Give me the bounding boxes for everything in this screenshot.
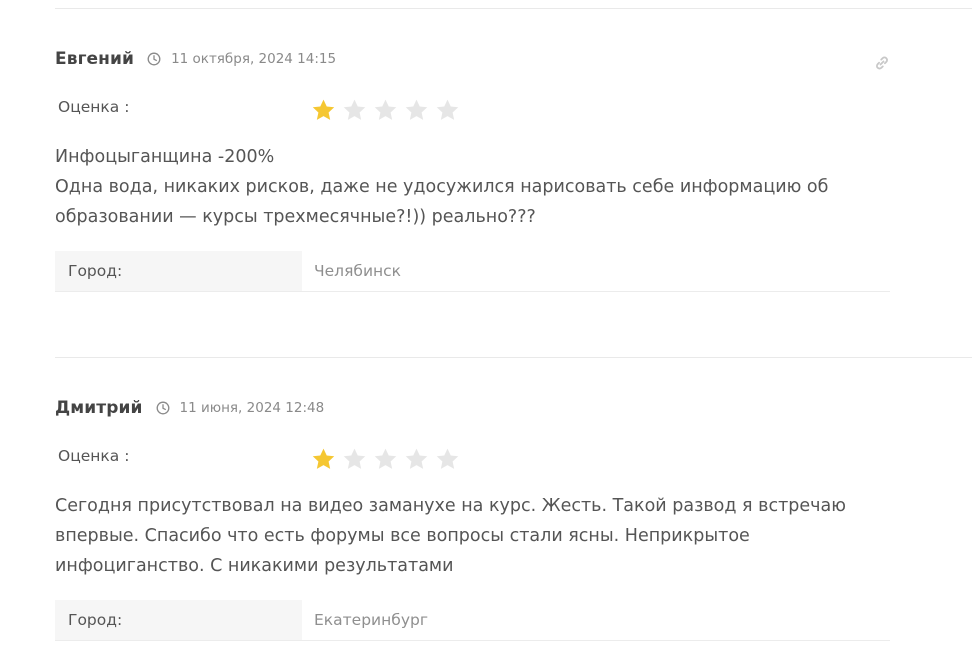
city-row: Город: Челябинск bbox=[55, 251, 890, 292]
review-author: Дмитрий bbox=[55, 398, 143, 418]
review-header: Евгений 11 октября, 2024 14:15 bbox=[55, 49, 336, 69]
link-icon[interactable] bbox=[874, 55, 890, 71]
clock-icon bbox=[147, 52, 161, 66]
rating-label: Оценка : bbox=[58, 447, 130, 465]
review-text: Сегодня присутствовал на видео заманухе … bbox=[55, 491, 890, 581]
star-empty-icon bbox=[405, 448, 428, 469]
star-empty-icon bbox=[374, 99, 397, 120]
rating-stars bbox=[311, 447, 466, 472]
star-filled-icon bbox=[312, 448, 335, 469]
city-label: Город: bbox=[55, 600, 302, 640]
review-text-line: Сегодня присутствовал на видео заманухе … bbox=[55, 496, 846, 516]
star-empty-icon bbox=[343, 448, 366, 469]
rating-stars bbox=[311, 98, 466, 123]
review-card: Дмитрий 11 июня, 2024 12:48 Оценка : Сег… bbox=[55, 398, 890, 643]
city-value: Екатеринбург bbox=[314, 611, 428, 629]
city-row: Город: Екатеринбург bbox=[55, 600, 890, 641]
rating-label: Оценка : bbox=[58, 98, 130, 116]
review-divider bbox=[55, 357, 972, 358]
star-empty-icon bbox=[436, 448, 459, 469]
review-text-line: впервые. Спасибо что есть форумы все воп… bbox=[55, 526, 750, 546]
review-author: Евгений bbox=[55, 49, 135, 69]
review-text-line: Одна вода, никаких рисков, даже не удосу… bbox=[55, 177, 829, 197]
review-text-line: инфоциганство. С никакими результатами bbox=[55, 556, 454, 576]
star-filled-icon bbox=[312, 99, 335, 120]
star-empty-icon bbox=[405, 99, 428, 120]
review-text-line: Инфоцыганщина -200% bbox=[55, 147, 275, 167]
review-header: Дмитрий 11 июня, 2024 12:48 bbox=[55, 398, 324, 418]
star-empty-icon bbox=[436, 99, 459, 120]
review-text: Инфоцыганщина -200% Одна вода, никаких р… bbox=[55, 142, 890, 232]
city-label: Город: bbox=[55, 251, 302, 291]
review-date: 11 октября, 2024 14:15 bbox=[171, 51, 337, 67]
clock-icon bbox=[156, 401, 169, 415]
star-empty-icon bbox=[343, 99, 366, 120]
review-text-line: образовании — курсы трехмесячные?!)) реа… bbox=[55, 207, 536, 227]
review-date: 11 июня, 2024 12:48 bbox=[179, 400, 325, 416]
top-divider bbox=[55, 8, 972, 9]
star-empty-icon bbox=[374, 448, 397, 469]
review-card: Евгений 11 октября, 2024 14:15 Оценка : … bbox=[55, 49, 890, 294]
city-value: Челябинск bbox=[314, 262, 402, 280]
